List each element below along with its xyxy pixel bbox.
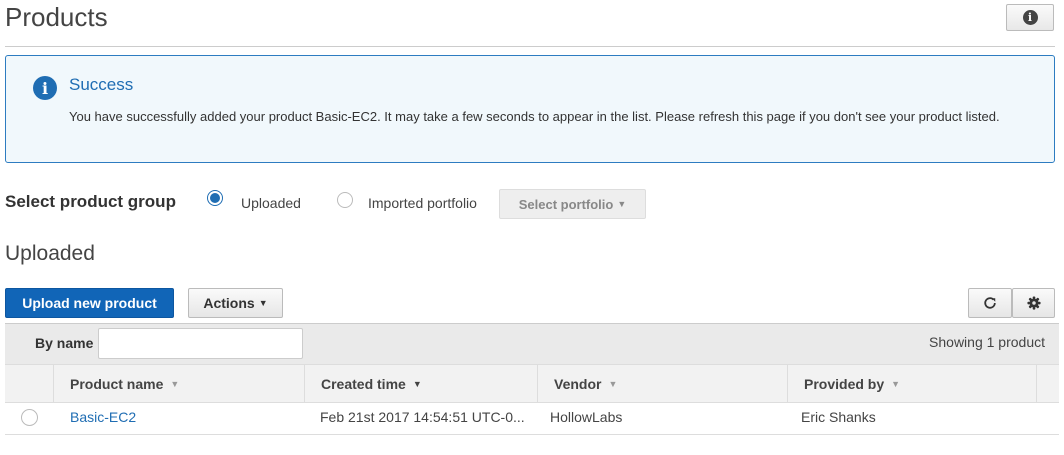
- info-icon: i: [1022, 10, 1038, 25]
- alert-message: You have successfully added your product…: [69, 109, 1000, 124]
- product-name-link[interactable]: Basic-EC2: [70, 409, 136, 425]
- radio-uploaded[interactable]: [207, 190, 223, 206]
- success-alert: i Success You have successfully added yo…: [5, 55, 1055, 163]
- caret-down-icon: ▼: [617, 199, 627, 209]
- actions-button[interactable]: Actions ▼: [188, 288, 283, 318]
- vendor-cell: HollowLabs: [550, 409, 623, 425]
- filter-bar: By name Showing 1 product: [5, 323, 1059, 364]
- caret-down-icon: ▼: [258, 298, 268, 308]
- created-time-cell: Feb 21st 2017 14:54:51 UTC-0...: [320, 409, 525, 425]
- provided-by-cell: Eric Shanks: [801, 409, 876, 425]
- column-header-provided-by[interactable]: Provided by ▼: [787, 365, 1036, 403]
- product-group-label: Select product group: [5, 192, 176, 211]
- settings-button[interactable]: [1012, 288, 1055, 318]
- refresh-button[interactable]: [968, 288, 1012, 318]
- column-header-extra: [1036, 365, 1059, 403]
- column-header-created-time[interactable]: Created time ▼: [304, 365, 537, 403]
- upload-new-product-button[interactable]: Upload new product: [5, 288, 174, 318]
- sort-caret-icon: ▼: [891, 379, 901, 389]
- title-divider: [5, 46, 1055, 47]
- table-header: Product name ▼ Created time ▼ Vendor ▼ Prov…: [5, 364, 1059, 403]
- radio-imported-portfolio-label[interactable]: Imported portfolio: [368, 195, 477, 211]
- alert-info-icon: i: [33, 76, 57, 100]
- page-title: Products: [5, 2, 108, 32]
- radio-imported-portfolio[interactable]: [337, 192, 353, 208]
- column-header-product-name[interactable]: Product name ▼: [53, 365, 304, 403]
- select-portfolio-label: Select portfolio: [518, 196, 614, 212]
- refresh-icon: [984, 297, 996, 309]
- table-row[interactable]: Basic-EC2 Feb 21st 2017 14:54:51 UTC-0..…: [5, 403, 1059, 435]
- alert-title: Success: [69, 75, 134, 94]
- radio-uploaded-label[interactable]: Uploaded: [241, 195, 301, 211]
- filter-label: By name: [35, 335, 94, 351]
- select-portfolio-button[interactable]: Select portfolio ▼: [499, 189, 646, 219]
- gear-icon: [1026, 296, 1041, 310]
- row-select-radio[interactable]: [21, 409, 38, 426]
- section-title: Uploaded: [5, 242, 95, 265]
- sort-caret-icon: ▼: [608, 379, 618, 389]
- filter-by-name-input[interactable]: [98, 328, 303, 359]
- sort-caret-icon: ▼: [170, 379, 180, 389]
- info-button[interactable]: i: [1006, 4, 1054, 31]
- actions-label: Actions: [203, 295, 255, 311]
- sort-caret-icon: ▼: [412, 379, 422, 389]
- column-header-vendor[interactable]: Vendor ▼: [537, 365, 787, 403]
- result-count: Showing 1 product: [929, 334, 1045, 350]
